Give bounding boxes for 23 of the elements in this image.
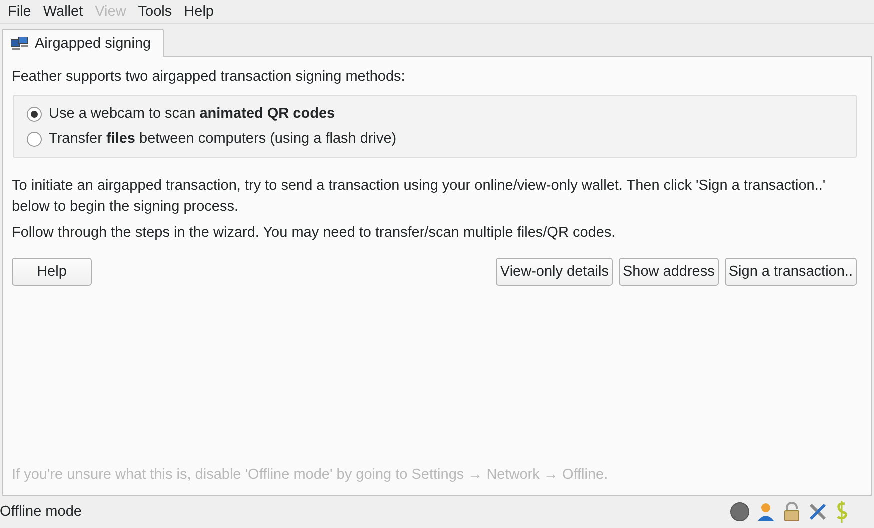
- status-text: Offline mode: [0, 504, 82, 520]
- person-icon[interactable]: [756, 502, 776, 522]
- action-button[interactable]: Show address: [618, 258, 719, 286]
- menu-item[interactable]: Help: [178, 4, 220, 20]
- tab[interactable]: Airgapped signing: [2, 29, 164, 57]
- radio-button[interactable]: [27, 106, 42, 122]
- radio-label[interactable]: Use a webcam to scan animated QR codes: [49, 106, 336, 122]
- menu-item[interactable]: Wallet: [37, 4, 90, 20]
- menu-item[interactable]: File: [2, 4, 38, 20]
- padlock-icon[interactable]: [782, 502, 802, 522]
- instruction-text: Follow through the steps in the wizard. You may need to transfer/scan multiple files/QR codes.: [12, 224, 617, 243]
- instruction-text: To initiate an airgapped transaction, try to send a transaction using your online/view-only wallet. Then click 'Sign a transaction..' below to begin the signing process.: [12, 177, 827, 217]
- menu-item[interactable]: Tools: [132, 4, 178, 20]
- hint-text: If you're unsure what this is, disable 'Offline mode' by going to Settings → Network → Offline.: [12, 467, 610, 483]
- status-dot-icon[interactable]: [730, 502, 750, 522]
- action-button[interactable]: View-only details: [496, 258, 613, 286]
- intro-text: Feather supports two airgapped transaction signing methods:: [12, 69, 406, 85]
- help-button[interactable]: Help: [12, 258, 92, 286]
- action-button[interactable]: Sign a transaction..: [724, 258, 857, 286]
- computers-icon: [11, 36, 29, 50]
- radio-button[interactable]: [27, 132, 42, 146]
- tools-icon[interactable]: [808, 502, 828, 522]
- radio-label[interactable]: Transfer files between computers (using a flash drive): [49, 131, 397, 147]
